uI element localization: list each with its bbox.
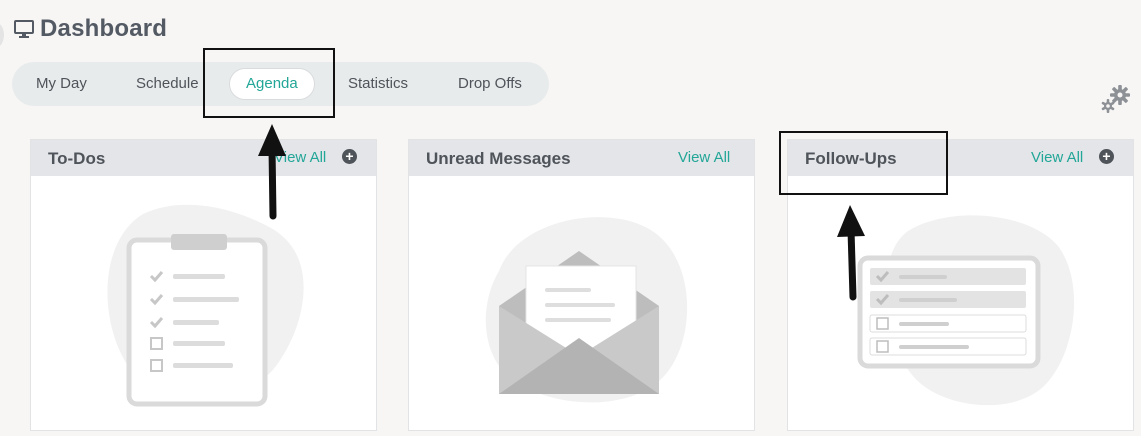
arrow-up-icon [837,205,865,301]
add-icon[interactable]: + [342,149,357,164]
agenda-highlight-box [203,48,335,118]
todos-card: To-Dos View All + [30,139,377,431]
unread-messages-card: Unread Messages View All [408,139,755,431]
gears-icon[interactable] [1100,84,1134,119]
tab-schedule[interactable]: Schedule [136,69,199,99]
card-header: To-Dos View All + [31,140,376,176]
envelope-illustration [485,217,688,403]
arrow-up-icon [258,124,286,220]
card-title: To-Dos [48,149,106,168]
add-icon[interactable]: + [1099,149,1114,164]
left-edge-decoration [0,22,4,48]
view-all-link[interactable]: View All [678,149,730,166]
tab-statistics[interactable]: Statistics [348,69,408,99]
follow-ups-highlight-box [779,131,948,195]
page-title: Dashboard [40,15,168,42]
tab-my-day[interactable]: My Day [36,69,87,99]
card-title: Unread Messages [426,149,571,168]
view-all-link[interactable]: View All [1031,149,1083,166]
tab-drop-offs[interactable]: Drop Offs [458,69,522,99]
card-header: Unread Messages View All [409,140,754,176]
page-header: Dashboard [14,15,167,43]
clipboard-checklist-illustration [107,204,304,407]
monitor-icon [14,20,34,38]
